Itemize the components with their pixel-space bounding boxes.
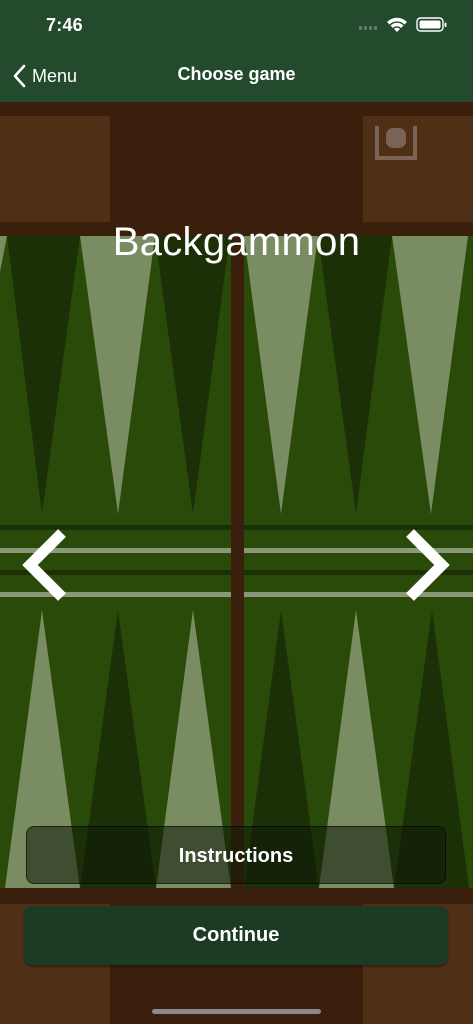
- previous-game-button[interactable]: [16, 525, 76, 605]
- board-bar: [231, 236, 244, 888]
- game-title: Backgammon: [112, 220, 361, 264]
- chevron-left-icon: [22, 529, 66, 601]
- continue-button[interactable]: Continue: [24, 906, 448, 965]
- next-game-button[interactable]: [396, 525, 456, 605]
- bear-off-box-top-right: [363, 116, 473, 222]
- instructions-button[interactable]: Instructions: [26, 826, 446, 884]
- home-indicator[interactable]: [152, 1009, 321, 1014]
- status-icons: [359, 17, 447, 32]
- battery-icon: [416, 17, 447, 32]
- status-bar: 7:46: [0, 0, 473, 50]
- signal-icon: [359, 26, 377, 30]
- page-title: Choose game: [177, 64, 296, 84]
- nav-bar: Menu Choose game: [0, 50, 473, 103]
- wifi-icon: [387, 17, 407, 32]
- status-time: 7:46: [46, 15, 83, 35]
- chevron-right-icon: [406, 529, 450, 601]
- bear-off-box-top-left: [0, 116, 110, 222]
